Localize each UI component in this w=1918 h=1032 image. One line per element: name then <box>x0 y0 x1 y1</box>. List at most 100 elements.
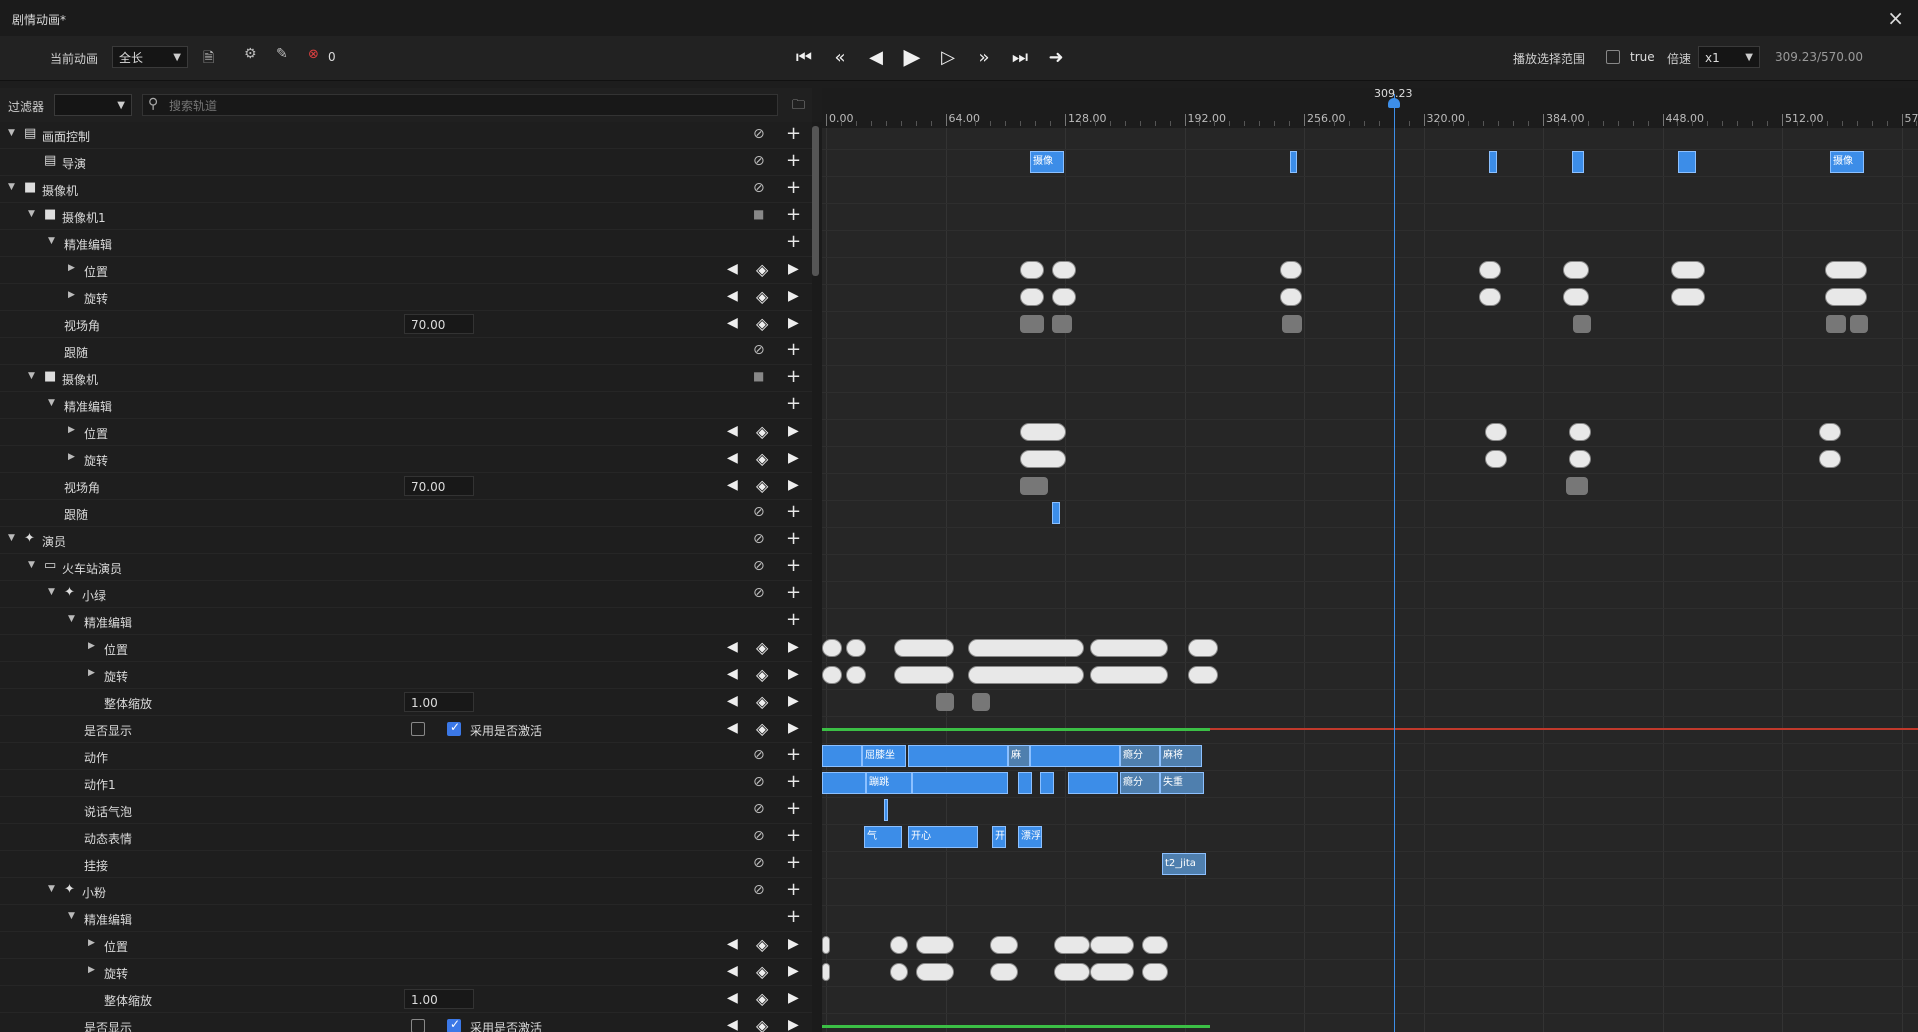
track-row[interactable]: ▤ 导演 ⊘ + <box>0 149 812 176</box>
keyframe[interactable] <box>1569 450 1591 468</box>
clip[interactable]: 蹦跳 <box>866 772 912 794</box>
keyframe[interactable] <box>1819 423 1841 441</box>
time-ruler[interactable]: 0.00 64.00 128.00 192.00 256.00 320.00 384.00 4… <box>822 88 1918 129</box>
settings-icon[interactable]: ⚙ <box>244 46 257 62</box>
track-row[interactable]: ▼ 精准编辑 + <box>0 392 812 419</box>
clip[interactable] <box>822 745 862 767</box>
keyframe[interactable] <box>1485 450 1507 468</box>
track-row[interactable]: 跟随 ⊘ + <box>0 500 812 527</box>
camera-icon[interactable]: ■ <box>753 369 764 383</box>
clip[interactable] <box>1678 151 1696 173</box>
keyframe-diamond-icon[interactable]: ◈ <box>756 287 768 306</box>
disable-icon[interactable]: ⊘ <box>753 828 765 844</box>
prev-keyframe-icon[interactable]: ◀ <box>727 477 738 493</box>
clip[interactable] <box>1030 745 1120 767</box>
keyframe[interactable] <box>1142 936 1168 954</box>
track-row[interactable]: ▶ 旋转 ◀ ◈ ▶ <box>0 446 812 473</box>
prev-keyframe-icon[interactable]: ◀ <box>727 963 738 979</box>
keyframe[interactable] <box>822 963 830 981</box>
keyframe[interactable] <box>1671 288 1705 306</box>
keyframe[interactable] <box>1563 288 1589 306</box>
next-keyframe-icon[interactable]: ▶ <box>788 666 799 682</box>
track-row[interactable]: 整体缩放 1.00 ◀ ◈ ▶ <box>0 689 812 716</box>
add-icon[interactable]: + <box>786 501 801 522</box>
keyframe[interactable] <box>1142 963 1168 981</box>
prev-keyframe-icon[interactable]: ◀ <box>727 639 738 655</box>
clip[interactable] <box>1018 772 1032 794</box>
next-keyframe-icon[interactable]: ▶ <box>788 450 799 466</box>
next-keyframe-icon[interactable]: ▶ <box>788 315 799 331</box>
clip[interactable]: 失重 <box>1160 772 1204 794</box>
clip[interactable] <box>1068 772 1118 794</box>
track-row[interactable]: 是否显示 采用是否激活 ◀ ◈ ▶ <box>0 716 812 743</box>
disable-icon[interactable]: ⊘ <box>753 747 765 763</box>
use-active-checkbox[interactable] <box>447 720 461 736</box>
add-icon[interactable]: + <box>786 528 801 549</box>
keyframe[interactable] <box>1188 639 1218 657</box>
track-value-field[interactable]: 70.00 <box>404 314 474 334</box>
speed-select[interactable]: x1 ▼ <box>1698 46 1760 68</box>
arrow-right-icon[interactable]: ➜ <box>1041 43 1071 73</box>
clip[interactable]: 漂浮 <box>1018 826 1042 848</box>
keyframe[interactable] <box>972 693 990 711</box>
collapse-triangle-icon[interactable]: ▶ <box>68 290 75 300</box>
track-row[interactable]: ▶ 旋转 ◀ ◈ ▶ <box>0 959 812 986</box>
keyframe[interactable] <box>890 936 908 954</box>
keyframe[interactable] <box>1020 261 1044 279</box>
keyframe[interactable] <box>1825 288 1867 306</box>
clip[interactable]: 瘾分 <box>1120 772 1160 794</box>
prev-keyframe-icon[interactable]: ◀ <box>727 288 738 304</box>
clip[interactable]: 瘾分 <box>1120 745 1160 767</box>
keyframe[interactable] <box>1479 261 1501 279</box>
add-icon[interactable]: + <box>786 555 801 576</box>
clip[interactable] <box>1489 151 1497 173</box>
expand-triangle-icon[interactable]: ▼ <box>48 236 55 246</box>
keyframe[interactable] <box>1020 288 1044 306</box>
add-icon[interactable]: + <box>786 366 801 387</box>
next-keyframe-icon[interactable]: ▶ <box>788 1017 799 1032</box>
disable-icon[interactable]: ⊘ <box>753 882 765 898</box>
next-keyframe-icon[interactable]: ▶ <box>788 639 799 655</box>
collapse-triangle-icon[interactable]: ▶ <box>88 641 95 651</box>
keyframe[interactable] <box>1054 936 1090 954</box>
track-row[interactable]: 动作 ⊘ + <box>0 743 812 770</box>
keyframe-diamond-icon[interactable]: ◈ <box>756 476 768 495</box>
keyframe[interactable] <box>1090 963 1134 981</box>
track-row[interactable]: ▶ 旋转 ◀ ◈ ▶ <box>0 662 812 689</box>
timeline-area[interactable]: 摄像 摄像 屈膝坐麻瘾分 麻将 蹦跳 瘾分 失重气开心开漂浮 t2_jita <box>822 128 1918 1032</box>
next-keyframe-icon[interactable]: ▶ <box>788 288 799 304</box>
track-row[interactable]: 挂接 ⊘ + <box>0 851 812 878</box>
keyframe[interactable] <box>1850 315 1868 333</box>
keyframe[interactable] <box>1826 315 1846 333</box>
expand-triangle-icon[interactable]: ▼ <box>28 371 35 381</box>
keyframe[interactable] <box>916 963 954 981</box>
keyframe-diamond-icon[interactable]: ◈ <box>756 962 768 981</box>
prev-keyframe-icon[interactable]: ◀ <box>727 936 738 952</box>
track-row[interactable]: 视场角 70.00 ◀ ◈ ▶ <box>0 473 812 500</box>
edit-icon[interactable]: ✎ <box>276 46 288 62</box>
keyframe-diamond-icon[interactable]: ◈ <box>756 314 768 333</box>
clip[interactable]: 屈膝坐 <box>862 745 906 767</box>
add-icon[interactable]: + <box>786 744 801 765</box>
add-icon[interactable]: + <box>786 339 801 360</box>
collapse-triangle-icon[interactable]: ▶ <box>68 452 75 462</box>
disable-icon[interactable]: ⊘ <box>753 801 765 817</box>
keyframe[interactable] <box>936 693 954 711</box>
track-row[interactable]: ▼ ▤ 画面控制 ⊘ + <box>0 122 812 149</box>
track-row[interactable]: ▶ 位置 ◀ ◈ ▶ <box>0 635 812 662</box>
track-value-field[interactable]: 70.00 <box>404 476 474 496</box>
keyframe-diamond-icon[interactable]: ◈ <box>756 638 768 657</box>
expand-triangle-icon[interactable]: ▼ <box>68 614 75 624</box>
track-row[interactable]: ▼ ✦ 小绿 ⊘ + <box>0 581 812 608</box>
keyframe[interactable] <box>916 936 954 954</box>
keyframe[interactable] <box>1090 936 1134 954</box>
search-input[interactable] <box>167 95 771 117</box>
next-keyframe-icon[interactable]: ▶ <box>788 936 799 952</box>
prev-keyframe-icon[interactable]: ◀ <box>727 720 738 736</box>
keyframe-diamond-icon[interactable]: ◈ <box>756 422 768 441</box>
add-icon[interactable]: + <box>786 393 801 414</box>
disable-icon[interactable]: ⊘ <box>753 180 765 196</box>
clip[interactable]: 开心 <box>908 826 978 848</box>
keyframe[interactable] <box>1280 288 1302 306</box>
prev-keyframe-icon[interactable]: ◀ <box>727 261 738 277</box>
